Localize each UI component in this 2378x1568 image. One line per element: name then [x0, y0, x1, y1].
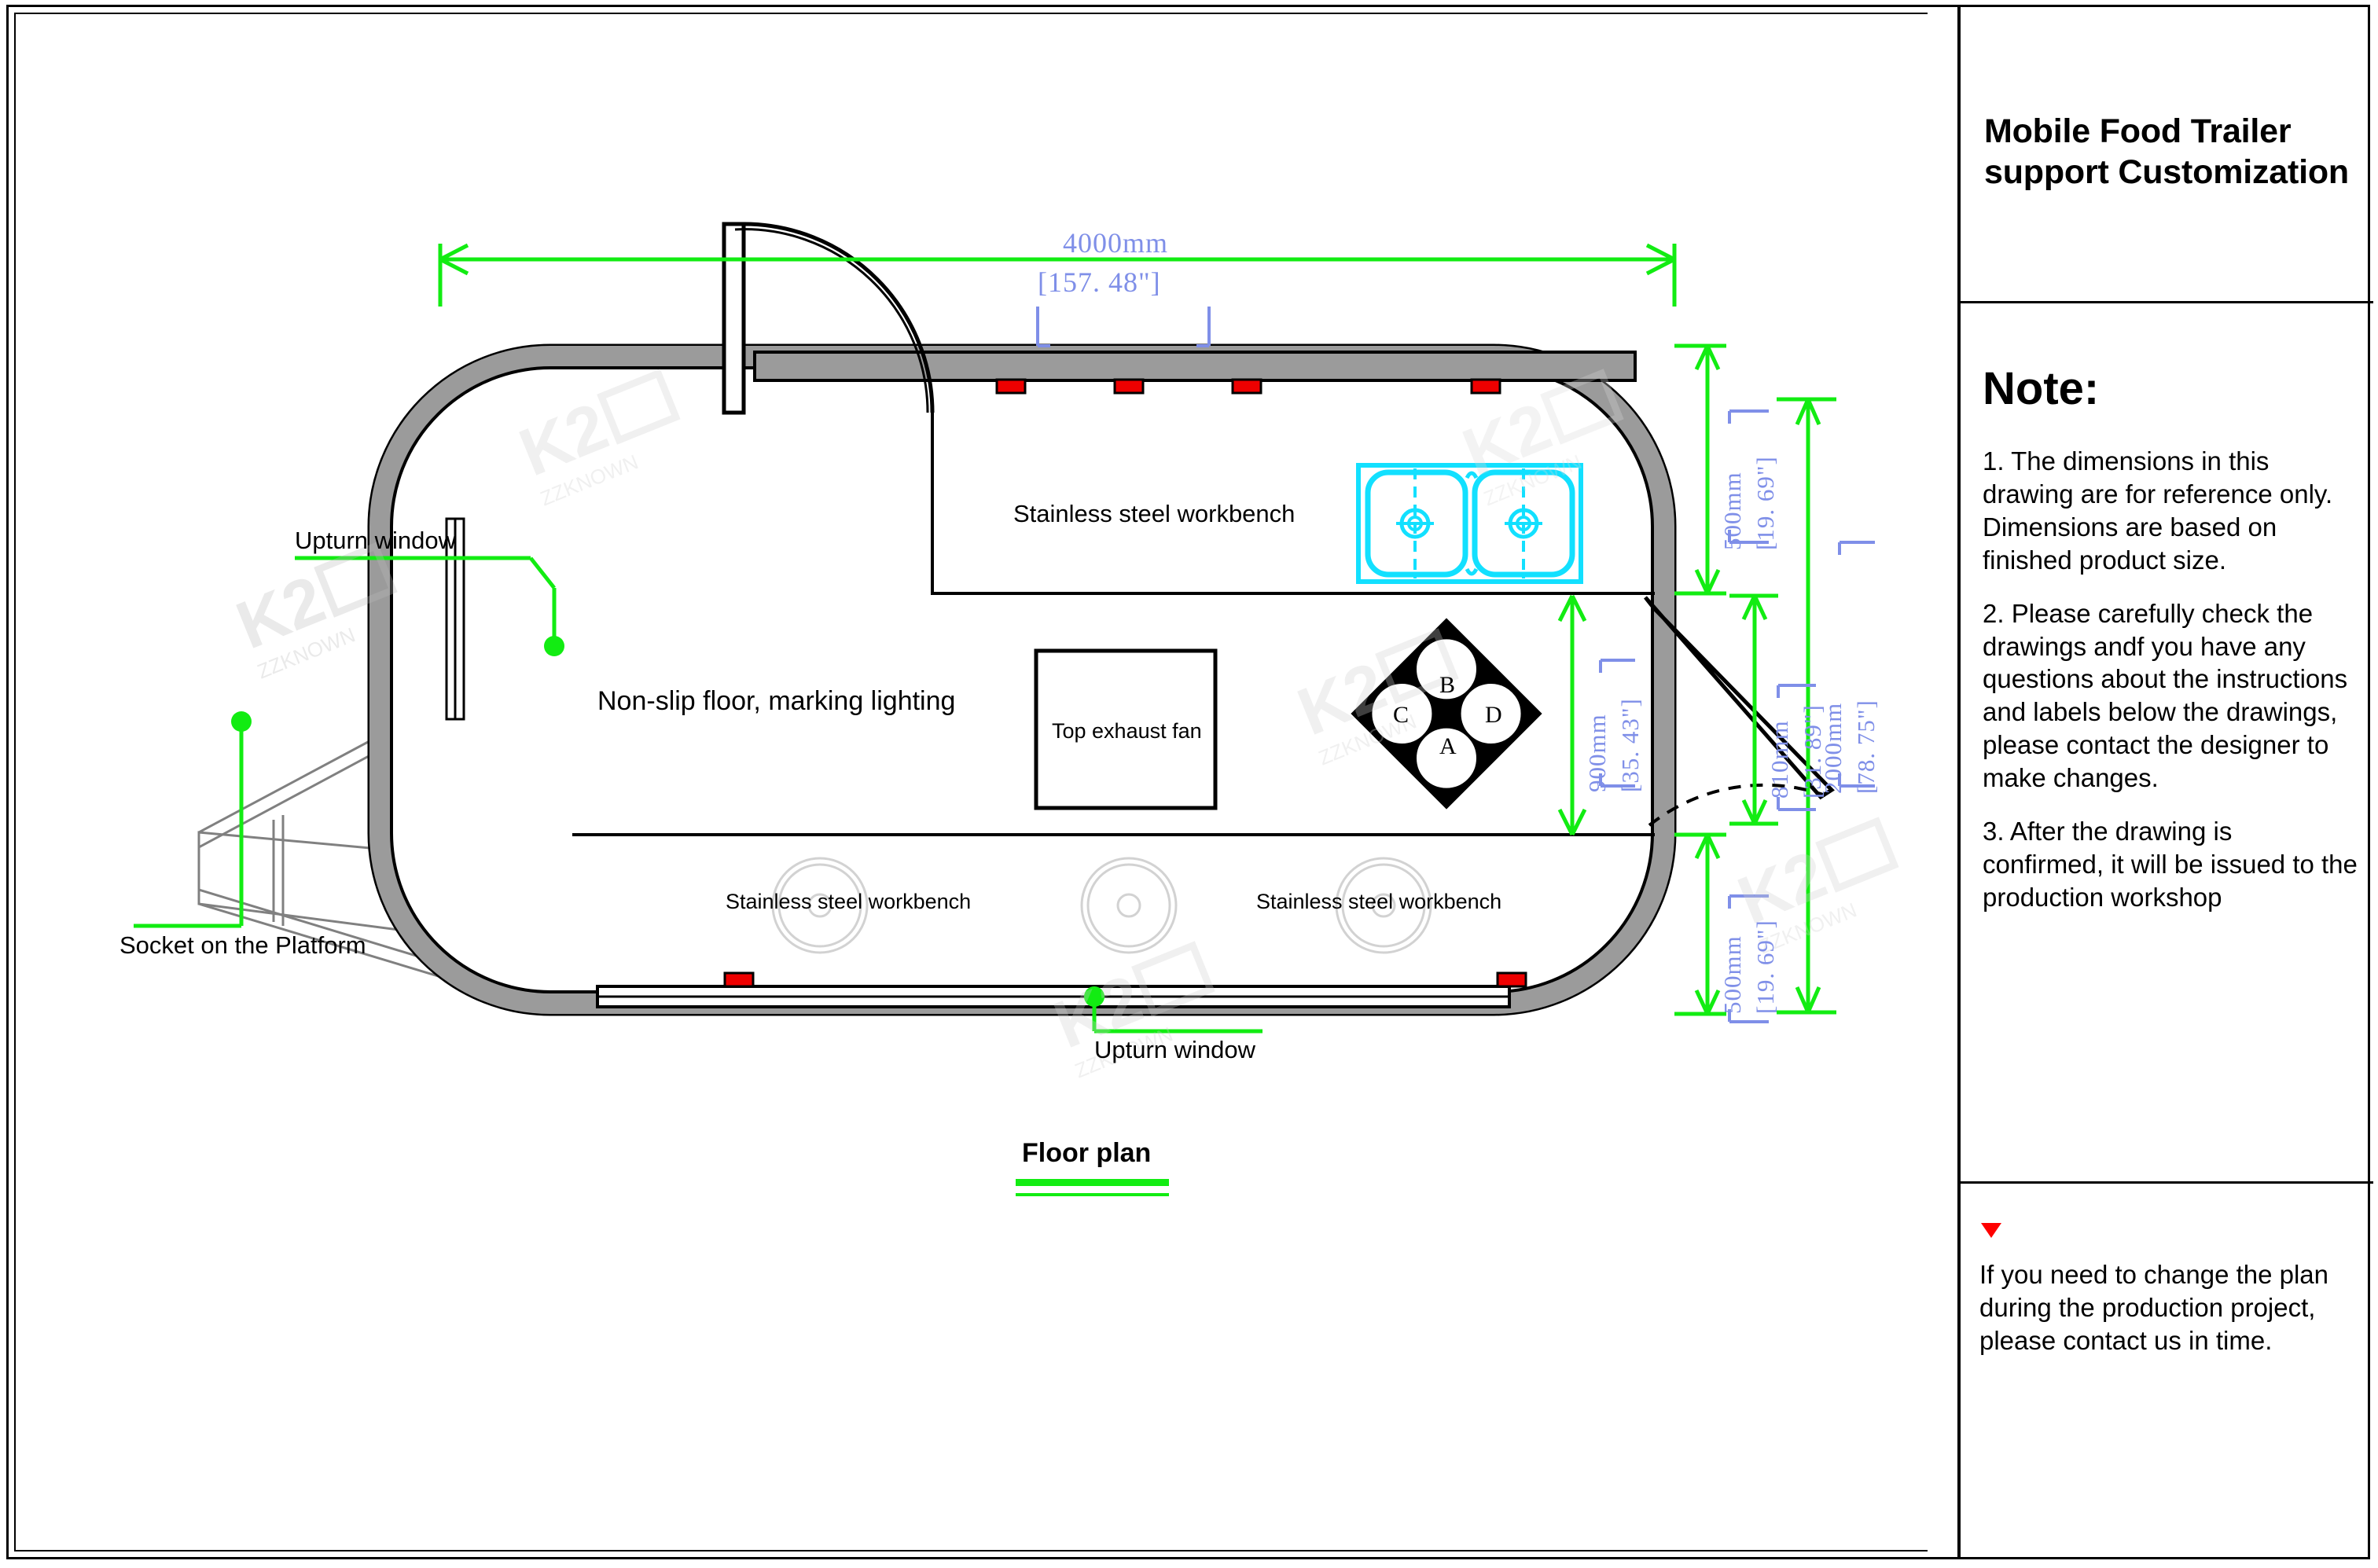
dim-interior-900-mm: 900mm — [1583, 714, 1611, 792]
dim-interior-900-inch: [35. 43"] — [1616, 698, 1644, 792]
notes-block: Note: 1. The dimensions in this drawing … — [1961, 303, 2373, 1184]
label-workbench-top: Stainless steel workbench — [1013, 500, 1296, 527]
notes-body: 1. The dimensions in this drawing are fo… — [1983, 445, 2360, 914]
product-title: Mobile Food Trailer support Customizatio… — [1984, 111, 2354, 193]
label-upturn-window-bottom: Upturn window — [1094, 1036, 1256, 1063]
dim-right-top-500-mm: 500mm — [1718, 472, 1746, 550]
footer-warning-text: If you need to change the plan during th… — [1979, 1260, 2329, 1356]
drawing-title-rule-thin — [1016, 1193, 1169, 1196]
bottom-upturn-window — [596, 985, 1511, 1008]
note-item-1-line-a: 1. The dimensions in this drawing are fo… — [1983, 446, 2333, 509]
title-block-header: Mobile Food Trailer support Customizatio… — [1961, 5, 2373, 303]
dim-door-810-mm: 810mm — [1766, 720, 1793, 799]
label-workbench-bottom-right: Stainless steel workbench — [1256, 890, 1502, 913]
title-block-column: Mobile Food Trailer support Customizatio… — [1957, 5, 2373, 1559]
burner-label-a: A — [1439, 733, 1457, 759]
product-title-line1: Mobile Food Trailer — [1984, 112, 2292, 150]
notes-heading: Note: — [1983, 363, 2100, 414]
note-item-1-line-b: Dimensions are based on finished product… — [1983, 512, 2277, 575]
drawing-title: Floor plan — [1022, 1138, 1152, 1168]
note-item-3: 3. After the drawing is confirmed, it wi… — [1983, 817, 2358, 912]
footer-block: If you need to change the plan during th… — [1961, 1184, 2373, 1559]
burner-label-d: D — [1485, 702, 1502, 728]
label-upturn-window-left: Upturn window — [295, 527, 457, 554]
floor-plan-drawing: K2 ZZKNOWN K2 ZZKNOWN K2 ZZKNOWN K2 ZZKN… — [0, 0, 1942, 1568]
note-item-2: 2. Please carefully check the drawings a… — [1983, 598, 2348, 793]
dim-right-bottom-500-inch: [19. 69"] — [1751, 920, 1779, 1014]
dim-overall-length-inch: [157. 48"] — [1038, 266, 1161, 298]
dim-overall-width-2000-inch: [78. 75"] — [1852, 700, 1880, 794]
dim-right-bottom-500-mm: 500mm — [1718, 935, 1746, 1014]
label-workbench-bottom-left: Stainless steel workbench — [726, 890, 972, 913]
dim-overall-length-mm: 4000mm — [1063, 227, 1169, 259]
label-socket-on-platform: Socket on the Platform — [119, 931, 366, 959]
floor-plan-svg — [134, 222, 1875, 1034]
warning-triangle-icon — [1981, 1223, 2001, 1238]
label-top-exhaust-fan: Top exhaust fan — [1052, 719, 1202, 743]
burner-label-c: C — [1393, 702, 1410, 728]
dim-overall-width-2000-mm: 2000mm — [1819, 702, 1847, 794]
top-service-window — [753, 351, 1637, 382]
drawing-sheet: K2 ZZKNOWN K2 ZZKNOWN K2 ZZKNOWN K2 ZZKN… — [0, 0, 2378, 1568]
label-non-slip-floor: Non-slip floor, marking lighting — [597, 686, 956, 716]
note-item-1: 1. The dimensions in this drawing are fo… — [1983, 445, 2360, 577]
dim-right-top-500-inch: [19. 69"] — [1751, 456, 1779, 550]
drawing-title-rule-thick — [1016, 1179, 1169, 1186]
burner-label-b: B — [1439, 672, 1456, 698]
product-title-line2: support Customization — [1984, 153, 2349, 192]
